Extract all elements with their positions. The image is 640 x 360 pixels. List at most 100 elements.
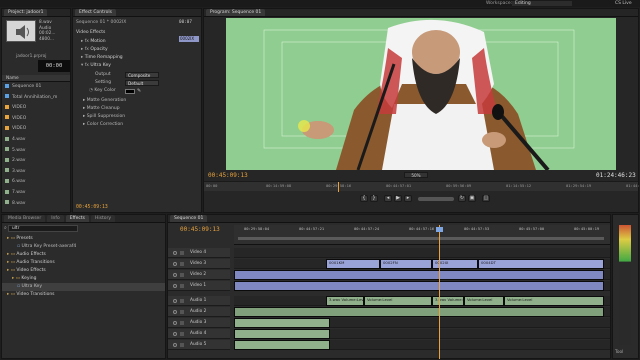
tab-history[interactable]: History: [91, 215, 116, 222]
mark-in-button[interactable]: {: [360, 195, 368, 202]
program-time-ruler[interactable]: 00:0000:14:59:0800:29:58:1600:44:57:0100…: [204, 181, 640, 192]
effect-motion[interactable]: ▸ fx Motion: [73, 38, 201, 46]
video-clip[interactable]: [234, 281, 604, 291]
track-visibility-icon[interactable]: [173, 332, 177, 336]
matte-generation-row[interactable]: ▸ Matte Generation: [73, 97, 201, 105]
track-lane[interactable]: [234, 270, 610, 280]
name-column-header[interactable]: Name: [2, 76, 19, 81]
project-item[interactable]: 4.wav: [2, 136, 70, 144]
effect-opacity[interactable]: ▸ fx Opacity: [73, 46, 201, 54]
project-item[interactable]: 8.wav: [2, 200, 70, 208]
loop-button[interactable]: ↻: [458, 195, 466, 202]
video-clip[interactable]: 0002FN: [380, 259, 432, 269]
timeline-playhead-handle[interactable]: [436, 227, 443, 232]
track-lane[interactable]: 0001KM 0002FN 0002IX 0004DT: [234, 259, 610, 269]
safe-margins-button[interactable]: ▣: [468, 195, 476, 202]
track-lock-icon[interactable]: [180, 310, 184, 314]
effects-folder[interactable]: ▸ ▭ Presets: [2, 235, 165, 243]
setting-select[interactable]: Default: [125, 80, 159, 86]
track-visibility-icon[interactable]: [173, 321, 177, 325]
audio-clip[interactable]: [234, 329, 330, 339]
track-lane[interactable]: [234, 329, 610, 339]
step-back-button[interactable]: ◂: [384, 195, 392, 202]
step-forward-button[interactable]: ▸: [404, 195, 412, 202]
track-visibility-icon[interactable]: [173, 273, 177, 277]
track-lane[interactable]: [234, 318, 610, 328]
audio-track-header[interactable]: Audio 2: [168, 307, 230, 317]
video-track-header[interactable]: Video 4: [168, 248, 230, 258]
track-lock-icon[interactable]: [180, 321, 184, 325]
audio-clip[interactable]: Volume:Level: [364, 296, 432, 306]
eyedropper-icon[interactable]: ✎: [137, 88, 141, 94]
tab-project[interactable]: Project: jadoor1: [4, 9, 48, 16]
track-visibility-icon[interactable]: [173, 343, 177, 347]
export-frame-button[interactable]: ◫: [482, 195, 490, 202]
track-lock-icon[interactable]: [180, 284, 184, 288]
timeline-ruler[interactable]: 00:29:58:04 00:44:57:21 00:44:57:24 00:44:5…: [234, 225, 610, 245]
effects-folder[interactable]: ▸ ▭ Audio Effects: [2, 251, 165, 259]
project-item[interactable]: 6.wav: [2, 178, 70, 186]
track-lock-icon[interactable]: [180, 299, 184, 303]
play-button[interactable]: ▶: [394, 195, 402, 202]
tab-sequence-01[interactable]: Sequence 01: [170, 215, 208, 222]
audio-clip[interactable]: [234, 318, 330, 328]
jog-shuttle[interactable]: [418, 197, 454, 201]
effects-item[interactable]: ▫ Ultra Key Preset-axeraf4: [2, 243, 165, 251]
tab-program[interactable]: Program: Sequence 01: [206, 9, 266, 16]
track-lock-icon[interactable]: [180, 332, 184, 336]
track-visibility-icon[interactable]: [173, 299, 177, 303]
track-lane[interactable]: [234, 281, 610, 291]
effects-folder[interactable]: ▸ ▭ Video Effects: [2, 267, 165, 275]
audio-clip[interactable]: 3.wav Volume:Level: [326, 296, 364, 306]
effects-search-input[interactable]: ultr: [8, 225, 78, 232]
track-visibility-icon[interactable]: [173, 251, 177, 255]
audio-clip[interactable]: Volume:Level: [504, 296, 604, 306]
effects-folder[interactable]: ▸ ▭ Audio Transitions: [2, 259, 165, 267]
tab-media-browser[interactable]: Media Browser: [4, 215, 46, 222]
output-select[interactable]: Composite: [125, 72, 159, 78]
project-item[interactable]: 2.wav: [2, 157, 70, 165]
effects-folder[interactable]: ▸ ▭ Keying: [2, 275, 165, 283]
effect-ultra-key[interactable]: ▾ fx Ultra Key: [73, 62, 201, 70]
tab-effects[interactable]: Effects: [65, 215, 90, 222]
cs-live-button[interactable]: CS Live: [615, 0, 632, 7]
track-lane[interactable]: 3.wav Volume:Level Volume:Level 3.wav Volu…: [234, 296, 610, 306]
audio-track-header[interactable]: Audio 5: [168, 340, 230, 350]
color-correction-row[interactable]: ▸ Color Correction: [73, 121, 201, 129]
track-lock-icon[interactable]: [180, 273, 184, 277]
project-item[interactable]: 5.wav: [2, 147, 70, 155]
program-video-frame[interactable]: [226, 18, 616, 170]
video-track-header[interactable]: Video 2: [168, 270, 230, 280]
project-item[interactable]: VIDEO: [2, 125, 70, 133]
audio-track-header[interactable]: Audio 1: [168, 296, 230, 306]
audio-track-header[interactable]: Audio 4: [168, 329, 230, 339]
spill-suppression-row[interactable]: ▸ Spill Suppression: [73, 113, 201, 121]
track-visibility-icon[interactable]: [173, 284, 177, 288]
track-lane[interactable]: [234, 340, 610, 350]
video-clip[interactable]: 0004DT: [478, 259, 604, 269]
audio-waveform-clip[interactable]: [234, 307, 604, 317]
audio-clip[interactable]: 3.wav Volume:Level: [432, 296, 464, 306]
tab-info[interactable]: Info: [47, 215, 64, 222]
track-lock-icon[interactable]: [180, 251, 184, 255]
track-lock-icon[interactable]: [180, 262, 184, 266]
project-item[interactable]: Sequence 01: [2, 83, 70, 91]
track-visibility-icon[interactable]: [173, 262, 177, 266]
key-color-swatch[interactable]: [125, 89, 135, 94]
project-item[interactable]: 7.wav: [2, 189, 70, 197]
track-visibility-icon[interactable]: [173, 310, 177, 314]
project-item[interactable]: VIDEO: [2, 115, 70, 123]
track-lane[interactable]: [234, 248, 610, 258]
video-clip[interactable]: [234, 270, 604, 280]
audio-track-header[interactable]: Audio 3: [168, 318, 230, 328]
workspace-select[interactable]: Editing: [512, 1, 572, 6]
timeline-playhead[interactable]: [439, 225, 440, 359]
effects-item[interactable]: ▫ Ultra Key: [2, 283, 165, 291]
video-track-header[interactable]: Video 1: [168, 281, 230, 291]
timeline-timecode[interactable]: 00:45:09:13: [180, 226, 220, 233]
tab-effect-controls[interactable]: Effect Controls: [75, 9, 116, 16]
audio-clip[interactable]: Volume:Level: [464, 296, 504, 306]
project-item[interactable]: VIDEO: [2, 104, 70, 112]
video-track-header[interactable]: Video 3: [168, 259, 230, 269]
effect-time-remapping[interactable]: ▸ Time Remapping: [73, 54, 201, 62]
